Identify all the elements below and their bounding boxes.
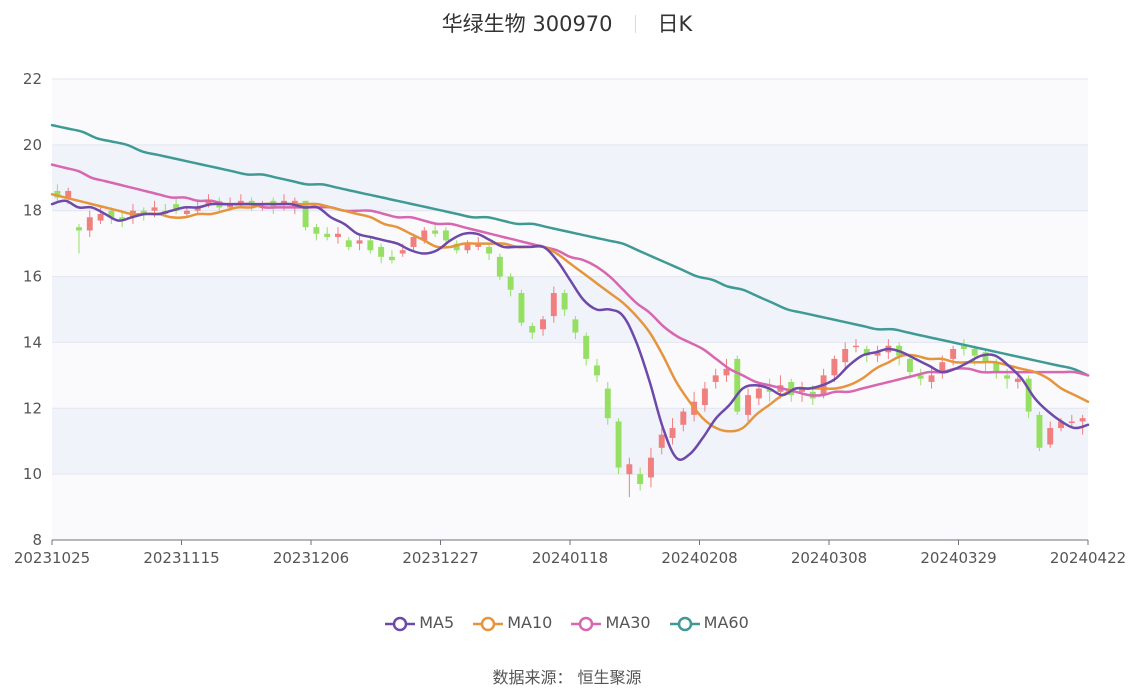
legend-label-ma30: MA30 xyxy=(605,613,651,632)
candle-body xyxy=(755,388,762,399)
candle-body xyxy=(734,358,741,412)
source-name: 恒生聚源 xyxy=(577,668,642,687)
legend-marker-ma60 xyxy=(669,616,700,631)
candle-body xyxy=(345,240,352,247)
candle-body xyxy=(486,246,493,254)
y-tick-label: 10 xyxy=(23,465,42,483)
legend: MA5 MA10 MA30 MA60 xyxy=(0,612,1134,632)
x-tick-label: 20231025 xyxy=(14,549,90,567)
kline-chart: 8 10 12 14 16 18 20 22 20231025 20231115 20231206… xyxy=(14,70,1126,567)
candle-body xyxy=(906,358,913,373)
candle-body xyxy=(410,237,417,247)
y-axis: 8 10 12 14 16 18 20 22 xyxy=(23,70,42,549)
candle-body xyxy=(86,217,93,231)
candle-body xyxy=(572,319,579,333)
candle-body xyxy=(853,345,859,348)
candle-body xyxy=(399,250,406,254)
candle-body xyxy=(496,256,503,277)
source-label: 数据来源： xyxy=(492,668,573,687)
candle-body xyxy=(561,293,568,310)
plot-background xyxy=(52,79,1088,540)
candle-body xyxy=(928,375,935,382)
legend-marker-ma30 xyxy=(571,616,602,631)
candle-body xyxy=(604,388,611,419)
candle-body xyxy=(529,325,536,333)
candle-body xyxy=(1014,378,1021,382)
y-tick-label: 14 xyxy=(23,333,42,351)
candle-body xyxy=(97,214,104,221)
x-axis: 20231025 20231115 20231206 20231227 20240118… xyxy=(14,539,1126,567)
x-tick-label: 20240422 xyxy=(1050,549,1126,567)
candle-body xyxy=(1047,428,1054,445)
x-tick-label: 20231115 xyxy=(143,549,219,567)
y-tick-label: 20 xyxy=(23,136,42,154)
candle-body xyxy=(583,335,590,359)
candle-body xyxy=(723,368,730,376)
plot-band xyxy=(52,408,1088,475)
plot-band xyxy=(52,276,1088,343)
candle-body xyxy=(1036,414,1043,448)
candle-body xyxy=(518,293,525,323)
y-tick-label: 18 xyxy=(23,202,42,220)
x-tick-label: 20231227 xyxy=(402,549,478,567)
candle-body xyxy=(680,411,687,425)
candle-body xyxy=(917,375,924,379)
candle-body xyxy=(669,428,676,438)
y-tick-label: 16 xyxy=(23,268,42,286)
candle-body xyxy=(615,421,622,468)
candle-body xyxy=(647,457,654,478)
candle-body xyxy=(151,207,158,211)
legend-label-ma5: MA5 xyxy=(419,613,455,632)
plot-band xyxy=(52,79,1088,145)
candle-body xyxy=(971,349,978,356)
x-tick-label: 20240308 xyxy=(791,549,867,567)
legend-item-ma30[interactable]: MA30 xyxy=(571,613,651,632)
x-tick-label: 20240208 xyxy=(661,549,737,567)
x-tick-label: 20231206 xyxy=(273,549,349,567)
plot-band xyxy=(52,342,1088,409)
legend-marker-ma10 xyxy=(473,616,504,631)
x-tick-label: 20240118 xyxy=(532,549,608,567)
candle-body xyxy=(701,388,708,405)
legend-item-ma10[interactable]: MA10 xyxy=(473,613,552,632)
candle-body xyxy=(507,276,514,290)
candle-body xyxy=(1004,375,1011,379)
candle-body xyxy=(367,240,374,251)
plot-band xyxy=(52,210,1088,277)
plot-band xyxy=(52,474,1088,540)
legend-label-ma60: MA60 xyxy=(703,613,749,632)
data-source: 数据来源： 恒生聚源 xyxy=(0,664,1134,688)
candle-body xyxy=(842,349,849,363)
legend-item-ma5[interactable]: MA5 xyxy=(385,613,454,632)
candle-body xyxy=(442,230,449,241)
candle-body xyxy=(432,230,439,234)
candle-body xyxy=(1079,418,1086,422)
x-tick-label: 20240329 xyxy=(920,549,996,567)
y-tick-label: 12 xyxy=(23,399,42,417)
candle-body xyxy=(745,395,752,415)
legend-marker-ma5 xyxy=(385,616,416,631)
y-tick-label: 8 xyxy=(32,531,42,549)
candle-body xyxy=(550,293,557,317)
candle-body xyxy=(76,227,82,231)
candle-body xyxy=(637,474,644,485)
y-tick-label: 22 xyxy=(23,70,42,88)
candle-body xyxy=(712,375,719,382)
candle-body xyxy=(594,365,600,376)
candle-body xyxy=(335,233,341,238)
candle-body xyxy=(313,227,320,234)
candle-body xyxy=(356,240,363,244)
candle-body xyxy=(324,233,331,238)
candle-body xyxy=(378,246,385,257)
candle-body xyxy=(626,464,633,475)
candle-body xyxy=(831,358,838,376)
candle-body xyxy=(950,349,957,359)
legend-label-ma10: MA10 xyxy=(507,613,553,632)
candle-body xyxy=(183,210,190,215)
legend-item-ma60[interactable]: MA60 xyxy=(669,613,749,632)
candle-body xyxy=(1068,421,1075,423)
candle-body xyxy=(658,434,665,448)
candle-body xyxy=(540,319,546,330)
candle-body xyxy=(388,256,395,261)
